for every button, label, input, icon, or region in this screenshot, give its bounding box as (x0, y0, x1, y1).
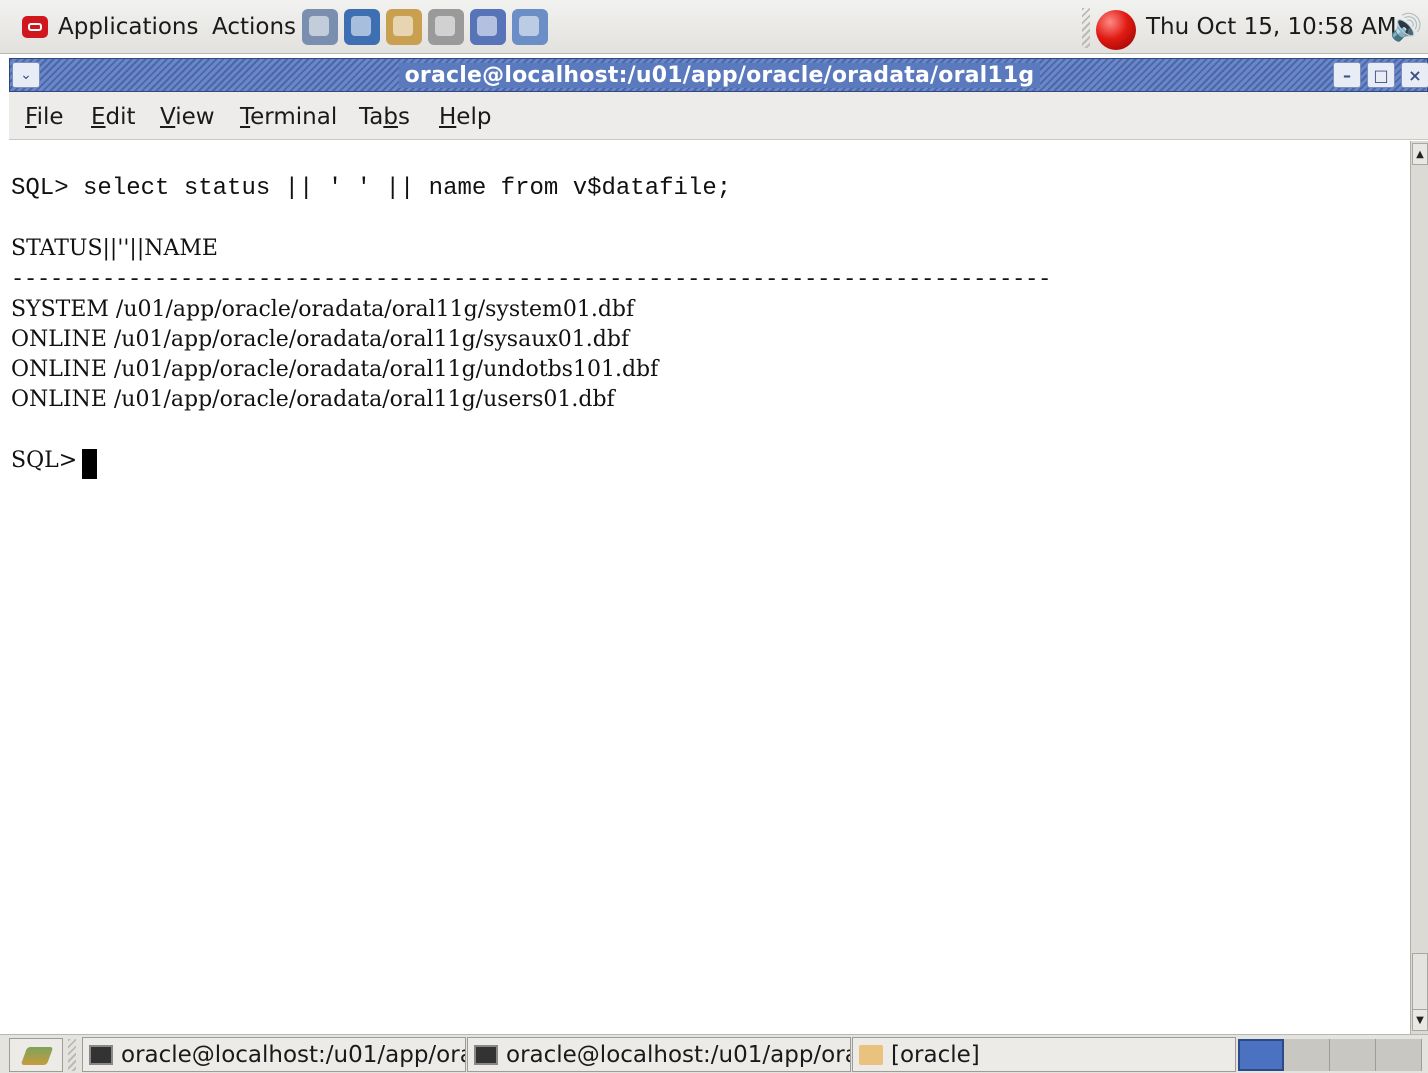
applications-menu[interactable]: Applications (22, 14, 199, 40)
vertical-scrollbar[interactable]: ▲ ▼ (1410, 141, 1428, 1034)
text-cursor (82, 449, 97, 479)
window-title-bar[interactable]: ⌄ oracle@localhost:/u01/app/oracle/orada… (9, 58, 1428, 92)
menu-bar: File Edit View Terminal Tabs Help (9, 92, 1428, 140)
scroll-up-arrow-icon[interactable]: ▲ (1412, 143, 1428, 165)
separator-line: ----------------------------------------… (11, 267, 1052, 292)
show-desktop-button[interactable] (9, 1038, 63, 1072)
presentation-icon[interactable] (470, 9, 506, 45)
window-title: oracle@localhost:/u01/app/oracle/oradata… (10, 63, 1428, 88)
sql-command-line: SQL> select status || ' ' || name from v… (11, 175, 732, 202)
result-row: SYSTEM /u01/app/oracle/oradata/oral11g/s… (11, 297, 635, 322)
menu-edit[interactable]: Edit (91, 104, 136, 130)
panel-drag-handle[interactable] (1082, 8, 1090, 48)
menu-view[interactable]: View (160, 104, 215, 130)
workspace-1[interactable] (1238, 1039, 1284, 1071)
maximize-button[interactable]: □ (1367, 62, 1395, 88)
column-header: STATUS||''||NAME (11, 236, 218, 261)
update-alert-icon[interactable] (1096, 10, 1136, 50)
taskbar-item-label: oracle@localhost:/u01/app/oracl (121, 1041, 466, 1068)
window-title-text: oracle@localhost:/u01/app/oracle/oradata… (398, 63, 1041, 88)
top-panel: Applications Actions Thu Oct 15, 10:58 A… (0, 0, 1428, 54)
panel-drag-handle[interactable] (68, 1039, 76, 1071)
volume-icon[interactable]: 🔊 (1390, 13, 1428, 43)
taskbar-item-label: oracle@localhost:/u01/app/oracle (506, 1041, 850, 1068)
drawing-icon[interactable] (512, 9, 548, 45)
minimize-button[interactable]: – (1333, 62, 1361, 88)
sql-prompt: SQL> (11, 448, 85, 473)
result-row: ONLINE /u01/app/oracle/oradata/oral11g/u… (11, 387, 615, 412)
bottom-panel: oracle@localhost:/u01/app/oracl oracle@l… (0, 1034, 1428, 1073)
mail-client-icon[interactable] (386, 9, 422, 45)
workspace-3[interactable] (1330, 1039, 1376, 1071)
result-row: ONLINE /u01/app/oracle/oradata/oral11g/s… (11, 327, 630, 352)
menu-tabs[interactable]: Tabs (359, 104, 410, 130)
folder-icon (859, 1044, 883, 1065)
actions-menu[interactable]: Actions (212, 14, 296, 40)
web-browser-icon[interactable] (344, 9, 380, 45)
menu-file[interactable]: File (25, 104, 64, 130)
redhat-logo-icon (22, 16, 48, 38)
menu-help[interactable]: Help (439, 104, 491, 130)
terminal-icon (89, 1044, 113, 1065)
workspace-switcher (1238, 1039, 1428, 1071)
applications-label: Applications (58, 14, 199, 40)
workspace-4[interactable] (1376, 1039, 1422, 1071)
launcher-bar (302, 9, 548, 45)
text-editor-icon[interactable] (428, 9, 464, 45)
scrollbar-thumb[interactable] (1412, 953, 1428, 1011)
taskbar-item-label: [oracle] (891, 1041, 980, 1068)
system-tools-icon[interactable] (302, 9, 338, 45)
terminal-icon (474, 1044, 498, 1065)
menu-terminal[interactable]: Terminal (240, 104, 337, 130)
workspace-2[interactable] (1284, 1039, 1330, 1071)
taskbar-item-terminal-2[interactable]: oracle@localhost:/u01/app/oracle (467, 1037, 851, 1072)
clock[interactable]: Thu Oct 15, 10:58 AM (1146, 14, 1397, 40)
close-button[interactable]: × (1401, 62, 1428, 88)
taskbar-item-terminal-1[interactable]: oracle@localhost:/u01/app/oracl (82, 1037, 466, 1072)
scroll-down-arrow-icon[interactable]: ▼ (1412, 1009, 1428, 1031)
result-row: ONLINE /u01/app/oracle/oradata/oral11g/u… (11, 357, 659, 382)
taskbar-item-folder[interactable]: [oracle] (852, 1037, 1236, 1072)
terminal-output[interactable]: SQL> select status || ' ' || name from v… (9, 141, 1410, 1034)
